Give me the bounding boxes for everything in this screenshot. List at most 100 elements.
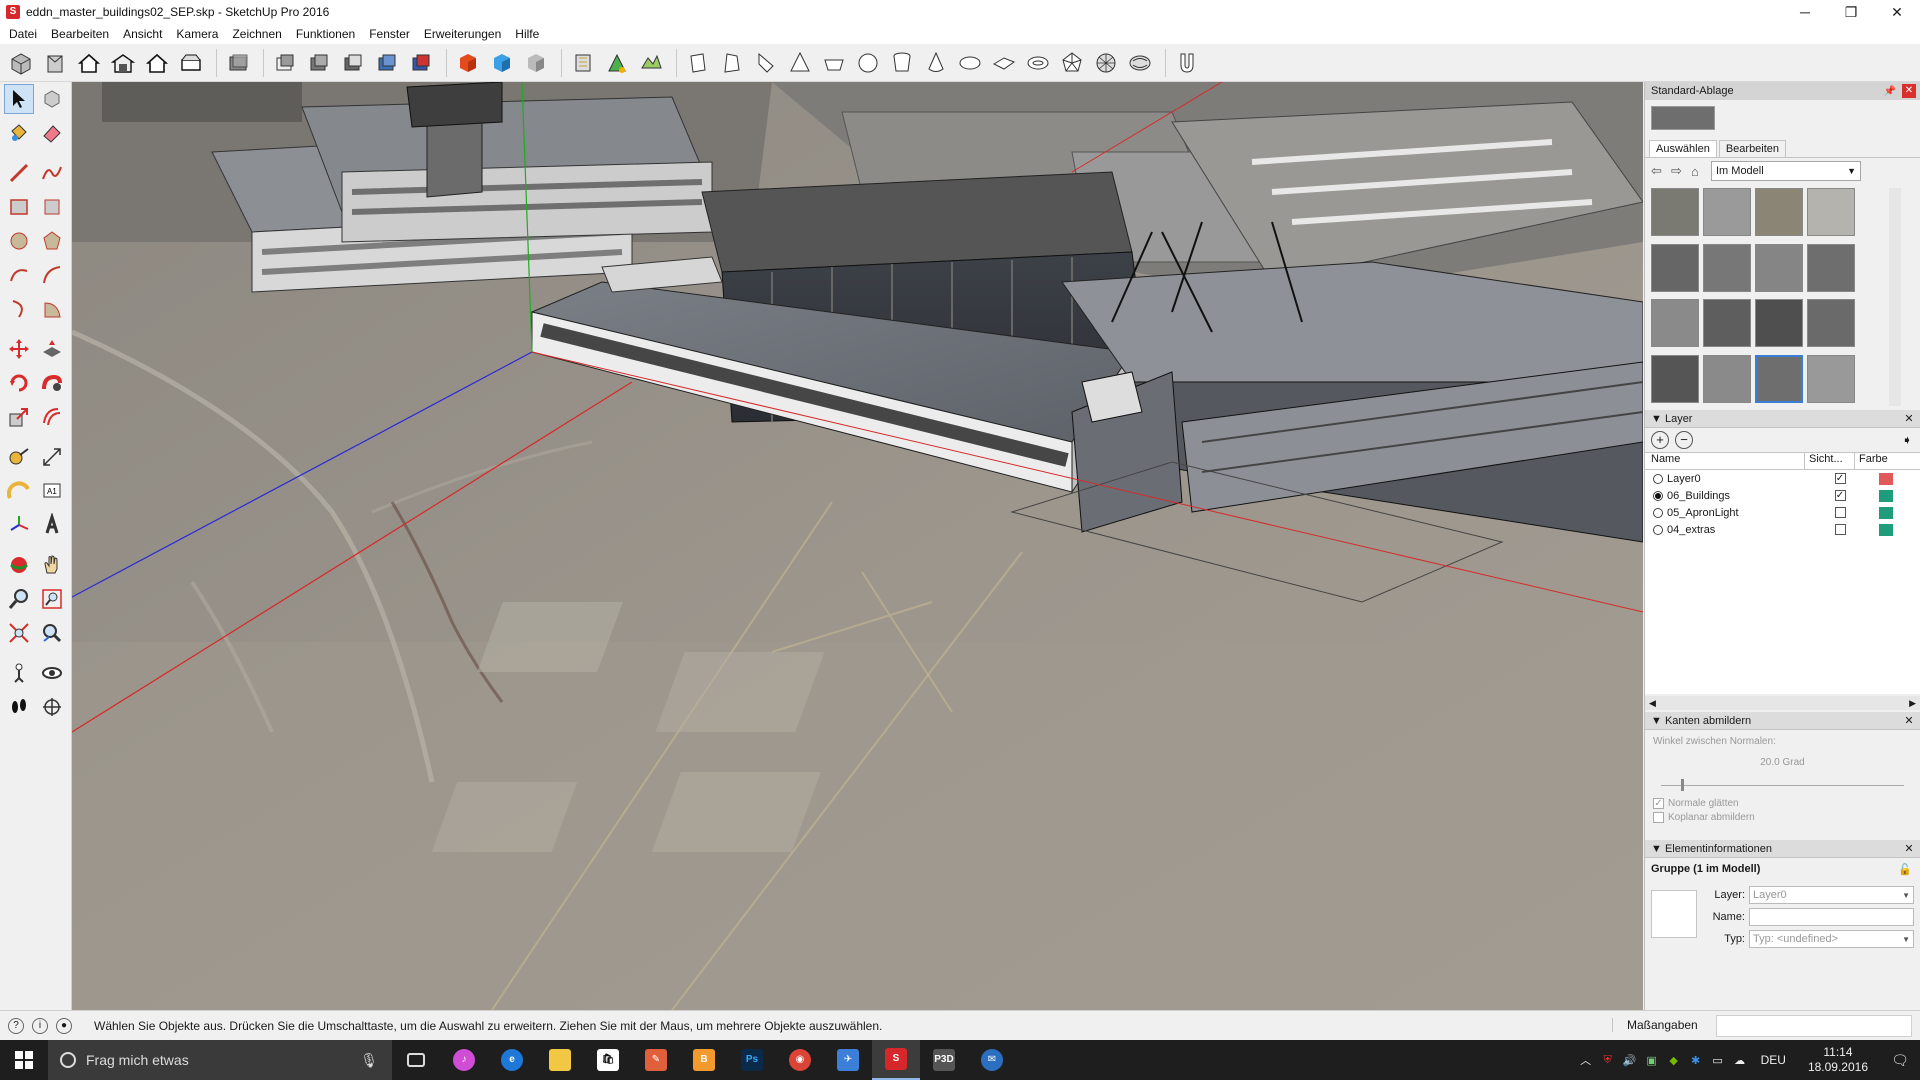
- shape-prism-icon[interactable]: [717, 48, 747, 78]
- shape-ring-icon[interactable]: [1023, 48, 1053, 78]
- paint-app-icon[interactable]: ✎: [632, 1040, 680, 1080]
- clock[interactable]: 11:14 18.09.2016: [1808, 1045, 1868, 1075]
- section-plane-icon[interactable]: [568, 48, 598, 78]
- front-view-icon[interactable]: [74, 48, 104, 78]
- photoshop-icon[interactable]: Ps: [728, 1040, 776, 1080]
- material-thumbnail[interactable]: [1651, 299, 1699, 347]
- right-view-icon[interactable]: [108, 48, 138, 78]
- layer-row[interactable]: 06_Buildings ✓: [1645, 487, 1920, 504]
- blue-cube-icon[interactable]: [487, 48, 517, 78]
- three-point-arc-icon[interactable]: [4, 294, 34, 324]
- microphone-icon[interactable]: 🎙: [360, 1052, 378, 1069]
- tab-auswaehlen[interactable]: Auswählen: [1649, 140, 1717, 157]
- orbit-tool-icon[interactable]: [4, 550, 34, 580]
- shape-torus-icon[interactable]: [989, 48, 1019, 78]
- material-thumbnail[interactable]: [1703, 354, 1751, 403]
- menu-kamera[interactable]: Kamera: [169, 27, 225, 41]
- 3d-text-icon[interactable]: [38, 510, 68, 540]
- shape-sphere-icon[interactable]: [853, 48, 883, 78]
- position-camera-icon[interactable]: [4, 658, 34, 688]
- line-tool-icon[interactable]: [4, 158, 34, 188]
- shape-cone-icon[interactable]: [921, 48, 951, 78]
- material-thumbnail[interactable]: [1703, 243, 1751, 292]
- follow-me-icon[interactable]: [38, 368, 68, 398]
- offset-tool-icon[interactable]: [38, 402, 68, 432]
- rectangle-tool-icon[interactable]: [4, 192, 34, 222]
- layer-active-radio[interactable]: [1653, 507, 1663, 518]
- layer-color-swatch[interactable]: [1879, 506, 1893, 519]
- material-thumbnail[interactable]: [1755, 243, 1803, 292]
- gpu-icon[interactable]: ▣: [1641, 1054, 1663, 1067]
- soften-panel-header[interactable]: ▼ Kanten abmildern ✕: [1645, 712, 1920, 730]
- layer-visible-checkbox[interactable]: [1834, 524, 1846, 535]
- show-hidden-icons-chevron-icon[interactable]: ︿: [1575, 1052, 1597, 1068]
- protractor-icon[interactable]: [4, 476, 34, 506]
- layer-panel-header[interactable]: ▼ Layer ✕: [1645, 410, 1920, 428]
- details-arrow-icon[interactable]: ➧: [1902, 433, 1912, 447]
- make-component-icon[interactable]: [38, 84, 67, 114]
- store-icon[interactable]: 🛍: [584, 1040, 632, 1080]
- user-icon[interactable]: ●: [56, 1017, 72, 1034]
- minimize-button[interactable]: ─: [1782, 0, 1828, 24]
- material-scrollbar[interactable]: [1889, 188, 1901, 406]
- menu-zeichnen[interactable]: Zeichnen: [225, 27, 288, 41]
- bluetooth-icon[interactable]: ✱: [1685, 1054, 1707, 1067]
- material-thumbnail[interactable]: [1755, 354, 1803, 403]
- antivirus-icon[interactable]: ⛨: [1597, 1054, 1619, 1067]
- notification-center-icon[interactable]: 🗨: [1880, 1052, 1920, 1069]
- coplanar-checkbox[interactable]: [1653, 812, 1664, 823]
- red-cube-icon[interactable]: [453, 48, 483, 78]
- volume-icon[interactable]: 🔊: [1619, 1054, 1641, 1067]
- scale-tool-icon[interactable]: [4, 402, 34, 432]
- wireframe-style-icon[interactable]: [270, 48, 300, 78]
- shape-helix-icon[interactable]: [1125, 48, 1155, 78]
- dimension-tool-icon[interactable]: [38, 442, 68, 472]
- paint-bucket-icon[interactable]: [4, 118, 34, 148]
- itunes-icon[interactable]: ♪: [440, 1040, 488, 1080]
- add-layer-button[interactable]: +: [1651, 431, 1669, 449]
- layer-row[interactable]: 05_ApronLight: [1645, 504, 1920, 521]
- material-thumbnail[interactable]: [1807, 243, 1855, 292]
- layer-hscrollbar[interactable]: ◀ ▶: [1645, 696, 1920, 710]
- menu-fenster[interactable]: Fenster: [362, 27, 417, 41]
- layer-field-select[interactable]: Layer0 ▼: [1749, 886, 1914, 904]
- pie-tool-icon[interactable]: [38, 294, 68, 324]
- material-thumbnail[interactable]: [1651, 354, 1699, 403]
- back-view-icon[interactable]: [142, 48, 172, 78]
- tray-close-button[interactable]: ✕: [1902, 84, 1916, 98]
- axes-tool-icon[interactable]: [4, 510, 34, 540]
- eraser-icon[interactable]: [38, 118, 68, 148]
- menu-bearbeiten[interactable]: Bearbeiten: [44, 27, 116, 41]
- shape-polyhedron-icon[interactable]: [1057, 48, 1087, 78]
- shape-wedge-icon[interactable]: [751, 48, 781, 78]
- sketchup-taskbar-icon[interactable]: S: [872, 1040, 920, 1080]
- terrain-icon[interactable]: [636, 48, 666, 78]
- zoom-extents-icon[interactable]: [4, 618, 34, 648]
- shape-geosphere-icon[interactable]: [1091, 48, 1121, 78]
- arc-tool-icon[interactable]: [4, 260, 34, 290]
- shaded-style-icon[interactable]: [338, 48, 368, 78]
- polygon-tool-icon[interactable]: [38, 226, 68, 256]
- shape-disc-icon[interactable]: [955, 48, 985, 78]
- slider-handle[interactable]: [1681, 779, 1684, 791]
- lock-icon[interactable]: 🔓: [1898, 863, 1912, 876]
- menu-hilfe[interactable]: Hilfe: [508, 27, 546, 41]
- col-visible[interactable]: Sicht...: [1805, 453, 1855, 469]
- two-point-arc-icon[interactable]: [38, 260, 68, 290]
- scroll-left-icon[interactable]: ◀: [1649, 698, 1656, 709]
- nvidia-icon[interactable]: ◆: [1663, 1054, 1685, 1067]
- select-tool-icon[interactable]: [4, 84, 34, 114]
- material-thumbnail[interactable]: [1807, 188, 1855, 236]
- p3d-icon[interactable]: P3D: [920, 1040, 968, 1080]
- file-explorer-icon[interactable]: [536, 1040, 584, 1080]
- pin-icon[interactable]: 📌: [1884, 86, 1896, 97]
- maximize-button[interactable]: ❐: [1828, 0, 1874, 24]
- material-thumbnail[interactable]: [1703, 188, 1751, 236]
- layer-active-radio[interactable]: [1653, 524, 1663, 535]
- material-thumbnail[interactable]: [1755, 299, 1803, 347]
- tab-bearbeiten[interactable]: Bearbeiten: [1718, 140, 1787, 157]
- material-thumbnail[interactable]: [1755, 188, 1803, 236]
- look-around-icon[interactable]: [38, 658, 68, 688]
- start-button[interactable]: [0, 1040, 48, 1080]
- textured-style-icon[interactable]: [372, 48, 402, 78]
